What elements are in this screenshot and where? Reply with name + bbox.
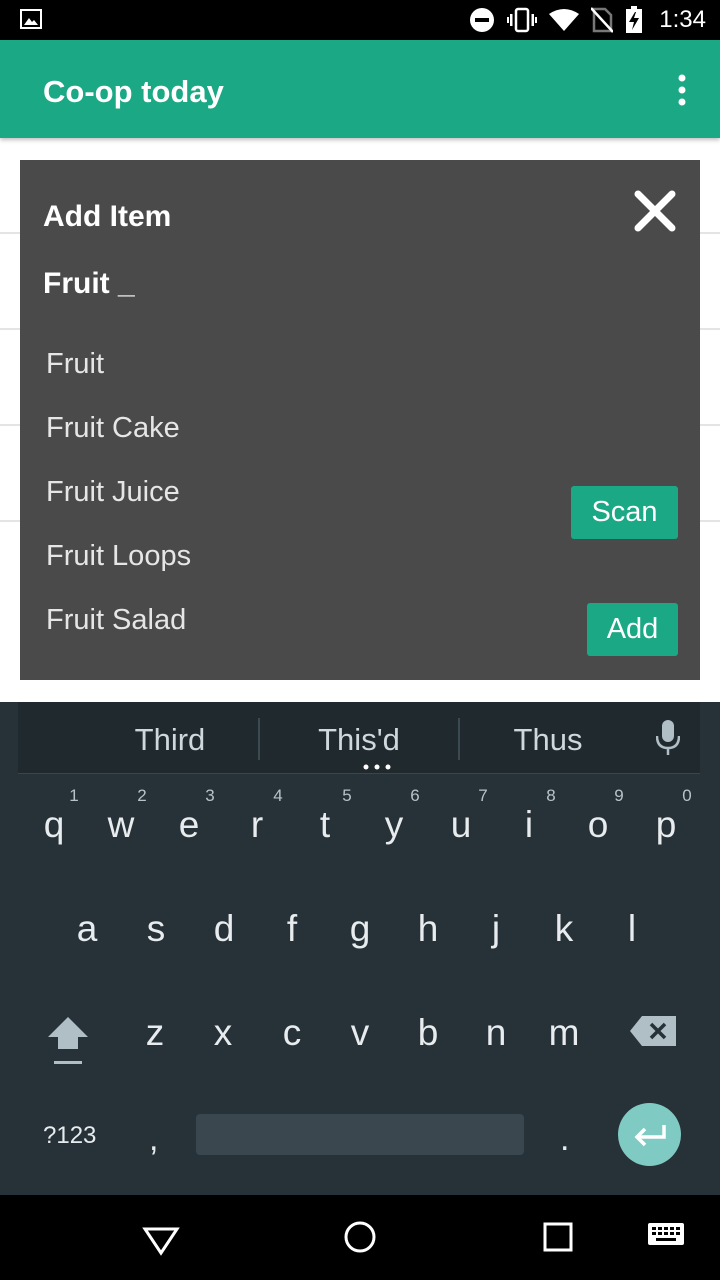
key-w[interactable]: w — [91, 804, 151, 846]
soft-keyboard: Third This'd Thus 1 2 3 4 5 6 7 8 9 0 q … — [0, 702, 720, 1195]
suggestion-item[interactable]: Fruit — [46, 348, 104, 381]
app-title: Co-op today — [43, 74, 224, 109]
comma-key[interactable]: , — [149, 1120, 158, 1159]
key-m[interactable]: m — [534, 1012, 594, 1054]
more-suggestions-icon[interactable] — [362, 764, 392, 770]
suggestion-item[interactable]: Fruit Cake — [46, 412, 180, 445]
space-key[interactable] — [196, 1114, 524, 1155]
back-icon[interactable] — [141, 1219, 181, 1259]
key-hint: 8 — [546, 786, 556, 805]
enter-icon — [634, 1124, 666, 1146]
suggestion-item[interactable]: Fruit Loops — [46, 540, 191, 573]
keyboard-suggestion-strip: Third This'd Thus — [18, 702, 700, 774]
gallery-notification-icon — [20, 9, 42, 29]
close-icon[interactable] — [632, 188, 678, 234]
keyboard-switch-icon[interactable] — [646, 1219, 686, 1259]
key-r[interactable]: r — [227, 804, 287, 846]
home-icon[interactable] — [340, 1219, 380, 1259]
key-hint: 2 — [137, 786, 147, 805]
app-bar: Co-op today — [0, 40, 720, 138]
key-hint: 7 — [478, 786, 488, 805]
key-j[interactable]: j — [466, 908, 526, 950]
key-g[interactable]: g — [330, 908, 390, 950]
key-c[interactable]: c — [262, 1012, 322, 1054]
key-p[interactable]: p — [636, 804, 696, 846]
clock: 1:34 — [659, 6, 706, 33]
key-l[interactable]: l — [602, 908, 662, 950]
suggestion-item[interactable]: Fruit Salad — [46, 604, 186, 637]
wifi-icon — [549, 9, 580, 31]
battery-charging-icon — [626, 6, 643, 33]
key-y[interactable]: y — [364, 804, 424, 846]
microphone-icon[interactable] — [656, 720, 680, 756]
key-hint: 0 — [682, 786, 692, 805]
vibrate-icon — [507, 7, 538, 33]
key-hint: 1 — [69, 786, 79, 805]
add-button[interactable]: Add — [587, 603, 678, 656]
suggestion-item[interactable]: Fruit Juice — [46, 476, 180, 509]
dialog-title: Add Item — [43, 200, 172, 233]
key-hint: 6 — [410, 786, 420, 805]
key-k[interactable]: k — [534, 908, 594, 950]
keyboard-suggestion[interactable]: Thus — [478, 722, 618, 758]
key-t[interactable]: t — [295, 804, 355, 846]
key-a[interactable]: a — [57, 908, 117, 950]
divider — [458, 718, 460, 760]
period-key[interactable]: . — [560, 1120, 569, 1159]
navigation-bar — [0, 1195, 720, 1280]
key-d[interactable]: d — [194, 908, 254, 950]
key-z[interactable]: z — [125, 1012, 185, 1054]
symbols-key[interactable]: ?123 — [43, 1122, 96, 1150]
backspace-icon[interactable] — [630, 1016, 676, 1046]
enter-key[interactable] — [618, 1103, 681, 1166]
key-hint: 9 — [614, 786, 624, 805]
add-item-dialog: Add Item Fruit _ Fruit Fruit Cake Fruit … — [20, 160, 700, 680]
scan-button[interactable]: Scan — [571, 486, 678, 539]
key-f[interactable]: f — [262, 908, 322, 950]
keyboard-suggestion[interactable]: This'd — [288, 722, 430, 758]
key-u[interactable]: u — [431, 804, 491, 846]
status-bar: 1:34 — [0, 0, 720, 40]
key-b[interactable]: b — [398, 1012, 458, 1054]
key-v[interactable]: v — [330, 1012, 390, 1054]
key-hint: 5 — [342, 786, 352, 805]
key-x[interactable]: x — [193, 1012, 253, 1054]
recents-icon[interactable] — [539, 1219, 579, 1259]
key-q[interactable]: q — [24, 804, 84, 846]
keyboard-suggestion[interactable]: Third — [100, 722, 240, 758]
shift-icon[interactable] — [44, 1013, 92, 1067]
key-hint: 4 — [273, 786, 283, 805]
key-h[interactable]: h — [398, 908, 458, 950]
key-o[interactable]: o — [568, 804, 628, 846]
key-i[interactable]: i — [499, 804, 559, 846]
key-n[interactable]: n — [466, 1012, 526, 1054]
overflow-menu-icon[interactable] — [664, 72, 700, 108]
do-not-disturb-icon — [470, 8, 495, 32]
divider — [258, 718, 260, 760]
item-input[interactable]: Fruit _ — [43, 267, 135, 301]
key-s[interactable]: s — [126, 908, 186, 950]
key-e[interactable]: e — [159, 804, 219, 846]
no-sim-icon — [591, 7, 614, 33]
key-hint: 3 — [205, 786, 215, 805]
